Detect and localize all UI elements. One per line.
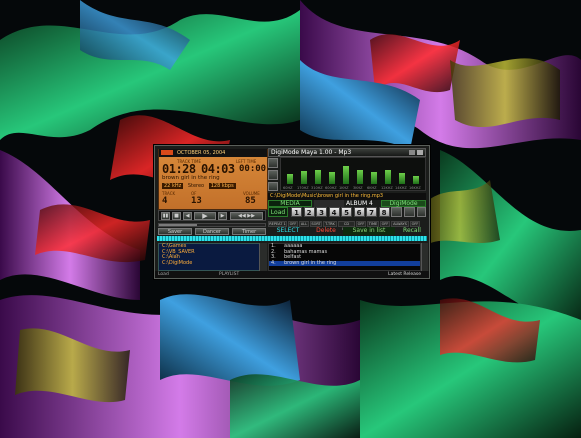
directory-item[interactable]: C:\DigiMode bbox=[162, 260, 265, 267]
format-mode: Stereo bbox=[187, 183, 205, 189]
seek-icon: ◀◀ ▶▶ bbox=[238, 213, 255, 219]
equalizer-band-label: 60HZ bbox=[283, 186, 293, 190]
dancer-button[interactable]: Dancer bbox=[195, 228, 229, 235]
playlist-item-title: brown girl in the ring bbox=[284, 259, 337, 266]
date-text: OCTOBER 05, 2004 bbox=[177, 150, 226, 156]
album-number-button[interactable]: 2 bbox=[303, 207, 315, 217]
format-row: 22 kHz Stereo 128 kbps bbox=[162, 183, 236, 189]
seek-fill bbox=[159, 224, 198, 226]
status-right: Latest Release bbox=[388, 272, 421, 277]
timer-button[interactable]: Timer bbox=[232, 228, 266, 235]
album-number-button[interactable]: 6 bbox=[353, 207, 365, 217]
next-icon: ▶ bbox=[220, 213, 225, 219]
saver-button[interactable]: Saver bbox=[158, 228, 192, 235]
playlist[interactable]: 1. aaaaaa 2. bahamas mamas 3. belfast 4. brown … bbox=[268, 243, 421, 271]
volume-value: 85 bbox=[245, 196, 256, 206]
digimode-button[interactable]: DigiMode bbox=[381, 200, 426, 207]
equalizer-band-bar[interactable] bbox=[301, 171, 307, 184]
equalizer-band-label: 600HZ bbox=[325, 186, 337, 190]
file-path: C:\DigiMode\Music\brown girl in the ring… bbox=[268, 193, 426, 200]
album-number-button[interactable]: 8 bbox=[378, 207, 390, 217]
lcd-display: OCTOBER 05, 2004 TRACK TIME LEFT TIME 01… bbox=[158, 149, 268, 210]
balance-toggle[interactable] bbox=[268, 170, 278, 180]
player-window: OCTOBER 05, 2004 TRACK TIME LEFT TIME 01… bbox=[154, 145, 430, 279]
media-button[interactable]: MEDIA bbox=[268, 200, 312, 207]
equalizer-band-label: 14KHZ bbox=[395, 186, 407, 190]
prev-icon: ◀ bbox=[185, 213, 190, 219]
album-number-button[interactable]: 4 bbox=[328, 207, 340, 217]
stop-button[interactable]: ■ bbox=[172, 212, 181, 220]
album-down-button[interactable] bbox=[404, 207, 415, 217]
equalizer-band-bar[interactable] bbox=[315, 170, 321, 184]
pause-icon: ▮▮ bbox=[162, 213, 169, 219]
equalizer-band-label: 6KHZ bbox=[367, 186, 377, 190]
date-bar: OCTOBER 05, 2004 bbox=[159, 149, 267, 157]
save-in-list-button[interactable]: Save in list bbox=[343, 227, 395, 235]
seek-slider[interactable] bbox=[158, 223, 266, 227]
album-up-button[interactable] bbox=[391, 207, 402, 217]
progress-stripe bbox=[157, 236, 427, 241]
equalizer-band-bar[interactable] bbox=[385, 170, 391, 184]
album-number-button[interactable]: 7 bbox=[366, 207, 377, 217]
format-rate: 22 kHz bbox=[162, 183, 184, 189]
media-spacer bbox=[314, 200, 344, 207]
album-number-button[interactable]: 1 bbox=[291, 207, 302, 217]
status-left: Load bbox=[158, 272, 169, 277]
track-number: 4 bbox=[162, 196, 168, 206]
track-count: 13 bbox=[191, 196, 202, 206]
seek-button[interactable]: ◀◀ ▶▶ bbox=[230, 212, 263, 220]
playlist-item-number: 4. bbox=[271, 259, 276, 266]
playlist-scrollbar[interactable] bbox=[421, 243, 428, 271]
album-lock-button[interactable] bbox=[417, 207, 426, 217]
equalizer-band-label: 12KHZ bbox=[381, 186, 393, 190]
status-bar: Load PLAYLIST Latest Release bbox=[155, 271, 429, 278]
album-number-button[interactable]: 5 bbox=[341, 207, 352, 217]
total-time: 04:03 bbox=[201, 162, 235, 176]
equalizer-band-label: 310HZ bbox=[311, 186, 323, 190]
prev-button[interactable]: ◀ bbox=[183, 212, 192, 220]
load-button[interactable]: Load bbox=[268, 207, 288, 217]
equalizer-band-bar[interactable] bbox=[371, 172, 377, 184]
equalizer-band-bar[interactable] bbox=[343, 166, 349, 184]
album-number-button[interactable]: 3 bbox=[316, 207, 327, 217]
minimize-icon[interactable] bbox=[409, 150, 415, 155]
equalizer-band-bar[interactable] bbox=[287, 174, 293, 184]
equalizer-band-bar[interactable] bbox=[399, 173, 405, 184]
preset-toggle[interactable] bbox=[268, 182, 278, 191]
equalizer-panel[interactable]: 60HZ 170HZ 310HZ 600HZ 1KHZ 3KHZ 6KHZ 12KHZ 14KH… bbox=[280, 157, 426, 191]
play-icon: ▶ bbox=[202, 212, 208, 220]
window-title: DigiMode Maya 1.00 - Mp3 bbox=[271, 149, 352, 156]
playlist-item[interactable]: 4. brown girl in the ring bbox=[269, 259, 420, 267]
pause-button[interactable]: ▮▮ bbox=[161, 212, 170, 220]
equalizer-toggle[interactable] bbox=[268, 158, 278, 168]
close-icon[interactable] bbox=[417, 150, 423, 155]
directory-scrollbar[interactable] bbox=[259, 243, 267, 271]
equalizer-band-label: 16KHZ bbox=[409, 186, 421, 190]
menu-button[interactable] bbox=[161, 150, 173, 155]
song-title: brown girl in the ring bbox=[162, 175, 220, 181]
left-time: 00:00 bbox=[239, 164, 267, 174]
equalizer-band-bar[interactable] bbox=[413, 176, 419, 184]
title-bar[interactable]: DigiMode Maya 1.00 - Mp3 bbox=[268, 148, 426, 157]
delete-button[interactable]: Delete bbox=[311, 227, 341, 235]
format-bitrate: 128 kbps bbox=[208, 183, 236, 189]
status-middle: PLAYLIST bbox=[219, 272, 240, 277]
equalizer-band-bar[interactable] bbox=[357, 170, 363, 184]
equalizer-band-label: 170HZ bbox=[297, 186, 309, 190]
equalizer-band-bar[interactable] bbox=[329, 172, 335, 184]
equalizer-band-label: 3KHZ bbox=[353, 186, 363, 190]
select-button[interactable]: SELECT bbox=[268, 227, 308, 235]
track-time: 01:28 bbox=[162, 162, 196, 176]
play-button[interactable]: ▶ bbox=[194, 212, 216, 220]
transport-bar: ▮▮ ■ ◀ ▶ ▶ ◀◀ ▶▶ bbox=[158, 210, 266, 221]
equalizer-band-label: 1KHZ bbox=[339, 186, 349, 190]
next-button[interactable]: ▶ bbox=[218, 212, 227, 220]
directory-list[interactable]: C:\Games C:\VB_SAVER C:\Alan C:\DigiMode bbox=[158, 243, 266, 271]
stop-icon: ■ bbox=[174, 213, 179, 219]
recall-button[interactable]: Recall bbox=[398, 227, 426, 235]
